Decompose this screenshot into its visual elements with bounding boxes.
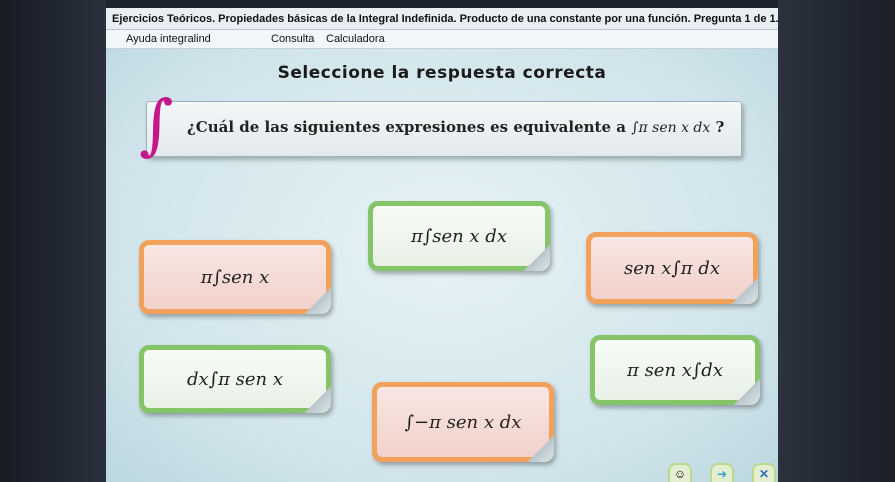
- option-3-label: sen x∫π dx: [624, 257, 720, 279]
- option-5-button[interactable]: π sen x∫dx: [590, 335, 760, 405]
- integral-sign-icon: ∫: [139, 86, 174, 163]
- option-6-label: ∫−π sen x dx: [404, 411, 522, 433]
- option-6-button[interactable]: ∫−π sen x dx: [372, 382, 554, 462]
- menu-item-consulta[interactable]: Consulta: [271, 30, 314, 48]
- menu-item-ayuda[interactable]: Ayuda integralind: [126, 30, 211, 48]
- question-panel: ∫ ¿Cuál de las siguientes expresiones es…: [139, 92, 742, 158]
- question-expression: ∫π sen x dx: [631, 120, 711, 136]
- arrow-right-icon[interactable]: ➜: [710, 463, 734, 482]
- option-3-button[interactable]: sen x∫π dx: [586, 232, 758, 304]
- exercise-area: Seleccione la respuesta correcta ∫ ¿Cuál…: [106, 49, 778, 482]
- option-5-label: π sen x∫dx: [627, 359, 723, 381]
- option-2-label: π∫sen x: [200, 266, 270, 288]
- question-mark: ?: [715, 118, 725, 136]
- monitor-bezel-left: [0, 0, 106, 482]
- question-text: ¿Cuál de las siguientes expresiones es e…: [187, 118, 724, 136]
- option-2-button[interactable]: π∫sen x: [139, 240, 331, 314]
- bottom-toolbar: ☺ ➜ ✕: [106, 463, 778, 482]
- menu-item-calculadora[interactable]: Calculadora: [326, 30, 385, 48]
- monitor-bezel-right: [778, 0, 895, 482]
- window-title: Ejercicios Teóricos. Propiedades básicas…: [106, 8, 778, 30]
- option-1-label: π∫sen x dx: [411, 225, 507, 247]
- question-prompt: ¿Cuál de las siguientes expresiones es e…: [187, 118, 626, 136]
- option-4-button[interactable]: dx∫π sen x: [139, 345, 331, 413]
- close-icon[interactable]: ✕: [752, 463, 776, 482]
- app-window: Ejercicios Teóricos. Propiedades básicas…: [106, 8, 778, 482]
- face-icon[interactable]: ☺: [668, 463, 692, 482]
- option-4-label: dx∫π sen x: [187, 368, 283, 390]
- option-1-button[interactable]: π∫sen x dx: [368, 201, 550, 271]
- menu-bar: Ayuda integralind Consulta Calculadora: [106, 30, 778, 49]
- instruction-heading: Seleccione la respuesta correcta: [277, 63, 607, 83]
